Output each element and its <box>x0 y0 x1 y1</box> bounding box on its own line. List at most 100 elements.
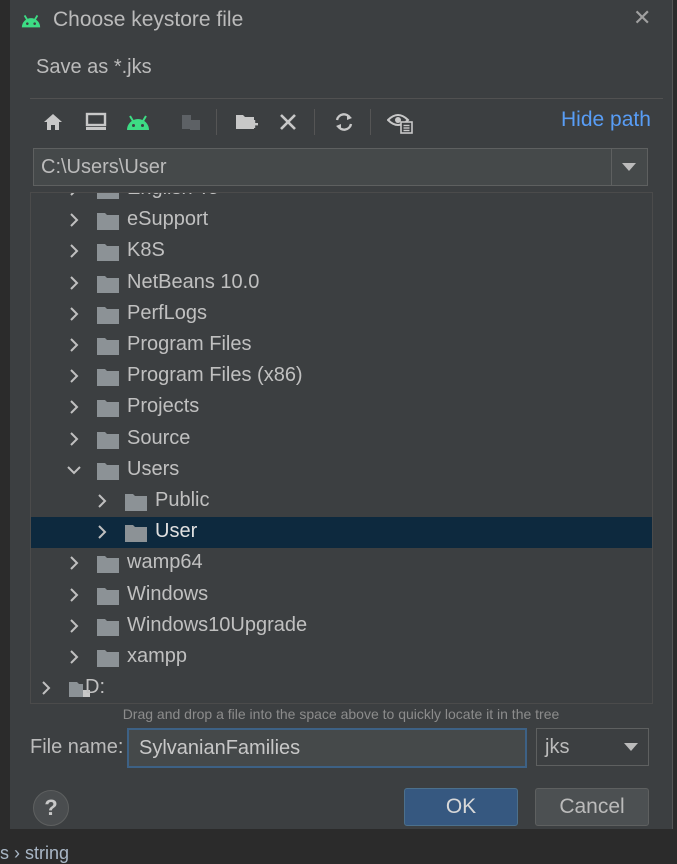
ok-button[interactable]: OK <box>404 788 518 826</box>
tree-folder-item[interactable]: Source <box>31 424 652 455</box>
chevron-right-icon[interactable] <box>67 400 81 415</box>
tree-folder-item[interactable]: xampp <box>31 642 652 673</box>
file-type-value: jks <box>545 736 570 758</box>
folder-icon <box>97 275 119 293</box>
chevron-right-icon[interactable] <box>67 431 81 446</box>
folder-icon <box>125 494 147 511</box>
toolbar-separator <box>216 109 217 135</box>
path-input[interactable] <box>34 149 612 185</box>
folder-icon <box>97 431 119 449</box>
tree-folder-item[interactable]: NetBeans 10.0 <box>31 268 652 299</box>
dialog-titlebar[interactable]: Choose keystore file ✕ <box>10 0 672 40</box>
chevron-right-icon[interactable] <box>67 275 81 290</box>
tree-folder-item[interactable]: User <box>31 517 652 549</box>
folder-icon <box>97 338 119 355</box>
folder-icon <box>97 244 119 262</box>
chevron-right-icon[interactable] <box>95 494 109 508</box>
new-folder-icon[interactable] <box>232 107 262 137</box>
chevron-right-icon[interactable] <box>67 192 81 196</box>
tree-item-label: Program Files <box>127 333 252 355</box>
folder-icon <box>97 462 119 480</box>
tree-item-label: Windows10Upgrade <box>127 613 308 636</box>
chevron-down-icon[interactable] <box>611 149 647 185</box>
choose-keystore-dialog: Choose keystore file ✕ Save as *.jks Hid… <box>10 0 673 829</box>
show-hidden-icon[interactable] <box>385 107 415 137</box>
tree-folder-item[interactable]: Users <box>31 455 652 486</box>
tree-folder-item[interactable]: eSupport <box>31 205 652 236</box>
close-icon[interactable]: ✕ <box>633 5 651 31</box>
hide-path-link[interactable]: Hide path <box>561 108 651 132</box>
tree-folder-item[interactable]: PerfLogs <box>31 299 652 330</box>
tree-item-label: English To <box>127 193 219 200</box>
folder-icon <box>97 400 119 418</box>
file-name-label: File name: <box>30 736 124 758</box>
tree-item-label: Program Files (x86) <box>127 364 303 387</box>
tree-folder-item[interactable]: K8S <box>31 236 652 267</box>
tree-item-label: Public <box>155 489 210 511</box>
toolbar-separator <box>370 109 371 135</box>
chevron-right-icon[interactable] <box>67 369 81 383</box>
tree-folder-item[interactable]: Projects <box>31 392 652 423</box>
file-type-select[interactable]: jks <box>536 728 649 766</box>
tree-folder-item[interactable]: Windows <box>31 580 652 611</box>
drag-drop-hint: Drag and drop a file into the space abov… <box>122 706 560 722</box>
tree-item-label: PerfLogs <box>127 301 208 324</box>
tree-item-label: K8S <box>127 239 165 262</box>
tree-item-label: xampp <box>127 645 188 667</box>
chevron-right-icon[interactable] <box>67 213 81 227</box>
tree-folder-item[interactable]: Program Files (x86) <box>31 361 652 392</box>
tree-folder-item[interactable]: Program Files <box>31 330 652 361</box>
chevron-right-icon[interactable] <box>67 244 81 259</box>
folder-icon <box>97 650 119 667</box>
ide-breadcrumb: s › string <box>0 843 70 863</box>
module-icon[interactable] <box>176 107 206 137</box>
folder-icon <box>97 556 119 574</box>
chevron-right-icon[interactable] <box>67 556 81 571</box>
delete-icon[interactable] <box>273 107 303 137</box>
tree-item-label: User <box>155 520 198 543</box>
tree-item-label: NetBeans 10.0 <box>127 270 260 293</box>
chevron-right-icon[interactable] <box>67 619 81 633</box>
tree-folder-item[interactable]: wamp64 <box>31 548 652 579</box>
file-name-input[interactable] <box>127 728 527 768</box>
dialog-title: Choose keystore file <box>53 8 244 31</box>
tree-item-label: Projects <box>127 395 200 418</box>
ide-background <box>0 0 10 857</box>
chevron-down-icon <box>624 743 638 751</box>
path-combobox <box>33 148 648 186</box>
tree-item-label: eSupport <box>127 208 209 231</box>
tree-folder-item[interactable]: Windows10Upgrade <box>31 611 652 642</box>
folder-icon <box>97 306 119 324</box>
desktop-icon[interactable] <box>81 107 111 137</box>
help-button[interactable]: ? <box>33 790 69 826</box>
chevron-right-icon[interactable] <box>95 525 109 539</box>
chevron-right-icon[interactable] <box>39 681 53 695</box>
tree-item-label: D: <box>85 676 105 699</box>
tree-item-label: wamp64 <box>127 551 203 574</box>
tree-item-label: Users <box>127 457 180 480</box>
folder-icon <box>97 193 119 199</box>
chevron-right-icon[interactable] <box>67 307 81 321</box>
folder-icon <box>125 525 147 543</box>
folder-icon <box>97 618 119 636</box>
tree-folder-item[interactable]: Public <box>31 486 652 517</box>
file-tree[interactable]: English To eSupport K8S NetBeans 10.0 PerfLo… <box>30 192 653 704</box>
refresh-icon[interactable] <box>329 107 359 137</box>
chevron-right-icon[interactable] <box>67 587 81 602</box>
home-icon[interactable] <box>38 107 68 137</box>
tree-drive-item[interactable]: D: <box>31 673 652 703</box>
folder-icon <box>97 587 119 605</box>
toolbar-separator <box>314 109 315 135</box>
cancel-button[interactable]: Cancel <box>535 788 649 826</box>
folder-icon <box>97 369 119 387</box>
tree-folder-item[interactable]: English To <box>31 192 652 205</box>
chevron-down-icon[interactable] <box>67 463 81 477</box>
tree-item-label: Windows <box>127 582 209 605</box>
ide-background-bottom: s › string <box>0 829 677 863</box>
android-icon[interactable] <box>123 107 153 137</box>
dialog-description: Save as *.jks <box>36 56 152 78</box>
chevron-right-icon[interactable] <box>67 650 81 664</box>
android-icon <box>21 14 41 28</box>
chevron-right-icon[interactable] <box>67 338 81 352</box>
tree-item-label: Source <box>127 426 191 449</box>
